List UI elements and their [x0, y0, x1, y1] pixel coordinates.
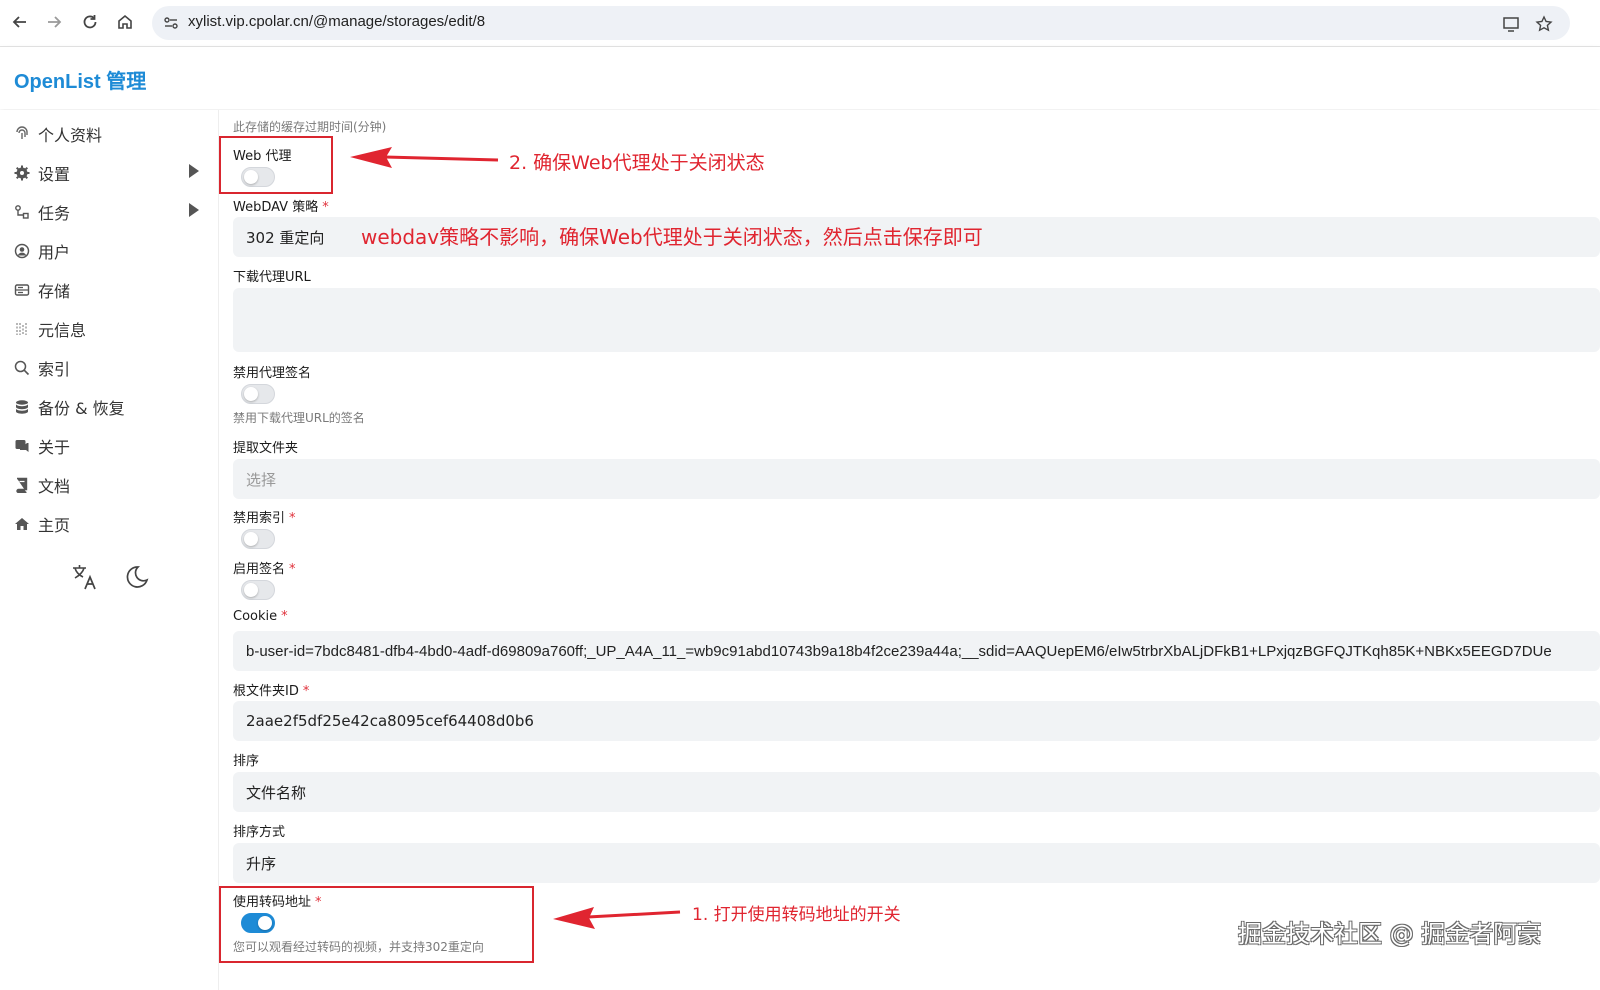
reload-icon: [83, 15, 97, 29]
database-icon: [12, 397, 32, 417]
expand-arrow-icon[interactable]: [189, 164, 199, 178]
language-icon[interactable]: [70, 562, 100, 592]
cookie-input[interactable]: b-user-id=7bdc8481-dfb4-4bd0-4adf-d69809…: [233, 631, 1600, 671]
reload-button[interactable]: [77, 9, 103, 35]
bookmark-star-icon[interactable]: [1535, 15, 1553, 37]
site-settings-icon[interactable]: [162, 14, 180, 32]
annotation-step-2: 2. 确保Web代理处于关闭状态: [509, 152, 765, 174]
sidebar-item-label: 个人资料: [38, 126, 103, 145]
sidebar-item-profile[interactable]: 个人资料: [12, 119, 212, 149]
enable-sign-toggle[interactable]: [241, 580, 275, 600]
watermark-text: 掘金技术社区 @ 掘金者阿豪: [1238, 920, 1542, 948]
sidebar-item-label: 元信息: [38, 321, 87, 340]
house-icon: [12, 514, 32, 534]
search-icon: [12, 358, 32, 378]
webdav-policy-label: WebDAV 策略 *: [233, 200, 329, 215]
forward-button[interactable]: [41, 9, 67, 35]
sidebar-item-label: 存储: [38, 282, 71, 301]
sidebar-item-label: 文档: [38, 477, 71, 496]
sidebar-item-label: 索引: [38, 360, 71, 379]
order-by-label: 排序: [233, 754, 260, 769]
annotation-webdav-note: webdav策略不影响，确保Web代理处于关闭状态，然后点击保存即可: [361, 225, 983, 249]
sidebar-tools: [70, 562, 152, 592]
arrow-right-icon: [48, 16, 62, 28]
toggle-knob: [244, 532, 258, 546]
browser-toolbar: xylist.vip.cpolar.cn/@manage/storages/ed…: [0, 0, 1600, 47]
web-proxy-highlight-box: [219, 136, 333, 194]
sidebar-item-label: 用户: [38, 243, 71, 262]
disable-proxy-sign-toggle[interactable]: [241, 384, 275, 404]
download-proxy-url-textarea[interactable]: [233, 288, 1600, 352]
app-title[interactable]: OpenList 管理: [14, 65, 146, 94]
expand-arrow-icon[interactable]: [189, 203, 199, 217]
sidebar-item-about[interactable]: 关于: [12, 431, 212, 461]
sidebar-item-settings[interactable]: 设置: [12, 158, 212, 188]
user-icon: [12, 241, 32, 261]
back-button[interactable]: [7, 9, 33, 35]
sidebar-item-label: 设置: [38, 165, 71, 184]
chat-icon: [12, 436, 32, 456]
meta-icon: [12, 319, 32, 339]
disable-proxy-sign-label: 禁用代理签名: [233, 366, 312, 381]
extract-folder-select[interactable]: 选择: [233, 459, 1600, 499]
sidebar-item-label: 备份 & 恢复: [38, 399, 125, 418]
sidebar-item-home[interactable]: 主页: [12, 509, 212, 539]
home-icon: [118, 14, 132, 29]
book-icon: [12, 475, 32, 495]
sidebar-item-label: 主页: [38, 516, 71, 535]
enable-sign-label: 启用签名 *: [233, 562, 296, 577]
address-bar[interactable]: xylist.vip.cpolar.cn/@manage/storages/ed…: [152, 6, 1570, 40]
cookie-label: Cookie *: [233, 609, 288, 624]
app-header: OpenList 管理: [0, 47, 1600, 109]
storage-icon: [12, 280, 32, 300]
sidebar-item-tasks[interactable]: 任务: [12, 197, 212, 227]
toggle-knob: [244, 583, 258, 597]
annotation-step-1: 1. 打开使用转码地址的开关: [692, 905, 901, 925]
gear-icon: [12, 163, 32, 183]
sidebar: 个人资料 设置 任务 用户 存储 元信息 索引 备份 & 恢复 关于 文档 主页: [0, 110, 219, 990]
download-proxy-url-label: 下载代理URL: [233, 270, 311, 285]
dark-mode-moon-icon[interactable]: [122, 562, 152, 592]
cache-expiration-help: 此存储的缓存过期时间(分钟): [233, 120, 387, 134]
transcode-highlight-box: [219, 886, 534, 963]
sidebar-item-docs[interactable]: 文档: [12, 470, 212, 500]
order-direction-select[interactable]: 升序: [233, 843, 1600, 883]
disable-index-label: 禁用索引 *: [233, 511, 296, 526]
extract-folder-label: 提取文件夹: [233, 441, 299, 456]
sidebar-item-backup[interactable]: 备份 & 恢复: [12, 392, 212, 422]
disable-proxy-sign-help: 禁用下载代理URL的签名: [233, 411, 365, 425]
home-button[interactable]: [112, 9, 138, 35]
order-by-select[interactable]: 文件名称: [233, 772, 1600, 812]
sidebar-item-meta[interactable]: 元信息: [12, 314, 212, 344]
sidebar-item-storage[interactable]: 存储: [12, 275, 212, 305]
url-text[interactable]: xylist.vip.cpolar.cn/@manage/storages/ed…: [188, 13, 485, 30]
order-direction-label: 排序方式: [233, 825, 286, 840]
sidebar-item-users[interactable]: 用户: [12, 236, 212, 266]
disable-index-toggle[interactable]: [241, 529, 275, 549]
arrow-left-icon: [12, 16, 26, 28]
task-icon: [12, 202, 32, 222]
root-folder-id-label: 根文件夹ID *: [233, 684, 310, 699]
sidebar-item-index[interactable]: 索引: [12, 353, 212, 383]
install-app-icon[interactable]: [1502, 15, 1520, 37]
root-folder-id-input[interactable]: 2aae2f5df25e42ca8095cef64408d0b6: [233, 701, 1600, 741]
sidebar-item-label: 任务: [38, 204, 71, 223]
fingerprint-icon: [12, 124, 32, 144]
sidebar-item-label: 关于: [38, 438, 71, 457]
toggle-knob: [244, 387, 258, 401]
